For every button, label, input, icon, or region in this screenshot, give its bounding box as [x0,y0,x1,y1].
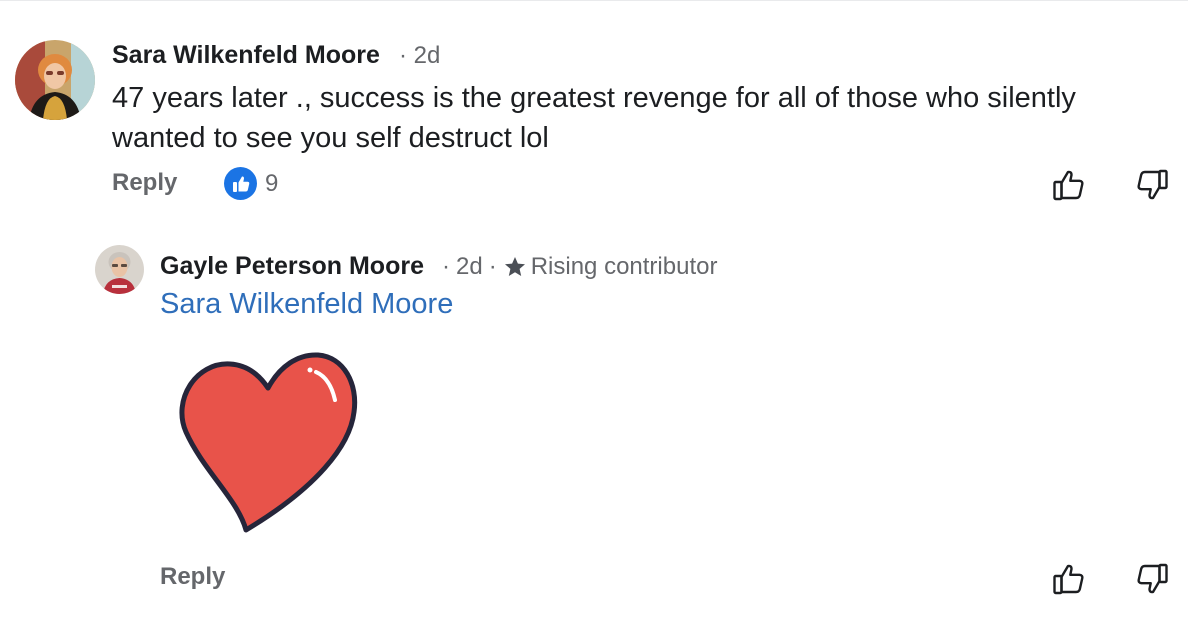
meta-separator: · [399,42,407,69]
comment-author[interactable]: Sara Wilkenfeld Moore [112,41,380,70]
reaction-summary[interactable]: 9 [224,167,278,200]
thumbs-up-outline-icon [1051,167,1087,203]
reply-meta: · 2d · Rising contributor [442,253,717,281]
reply-avatar[interactable] [95,245,144,294]
comment-age[interactable]: 2d [414,42,441,69]
avatar[interactable] [15,40,95,120]
meta-separator: · [442,253,450,280]
comment-meta: · 2d [399,42,440,70]
reply-author[interactable]: Gayle Peterson Moore [160,252,424,281]
red-heart-sticker [178,350,360,534]
reply-age[interactable]: 2d [456,253,483,281]
upvote-button[interactable] [1051,561,1087,597]
mention-link[interactable]: Sara Wilkenfeld Moore [160,288,453,321]
thumbs-down-outline-icon [1134,561,1170,597]
reply-button[interactable]: Reply [112,169,177,197]
upvote-button[interactable] [1051,167,1087,203]
downvote-button[interactable] [1134,561,1170,597]
meta-separator: · [488,253,497,280]
reaction-count: 9 [265,169,279,197]
contributor-badge-label: Rising contributor [530,253,718,280]
downvote-button[interactable] [1134,167,1170,203]
star-icon [503,255,527,279]
comment-text: 47 years later ., success is the greates… [112,82,1076,154]
thumbs-up-reaction-icon [224,167,257,200]
top-divider [0,0,1188,1]
thumbs-down-outline-icon [1134,167,1170,203]
thumbs-up-outline-icon [1051,561,1087,597]
reply-button[interactable]: Reply [160,563,225,591]
